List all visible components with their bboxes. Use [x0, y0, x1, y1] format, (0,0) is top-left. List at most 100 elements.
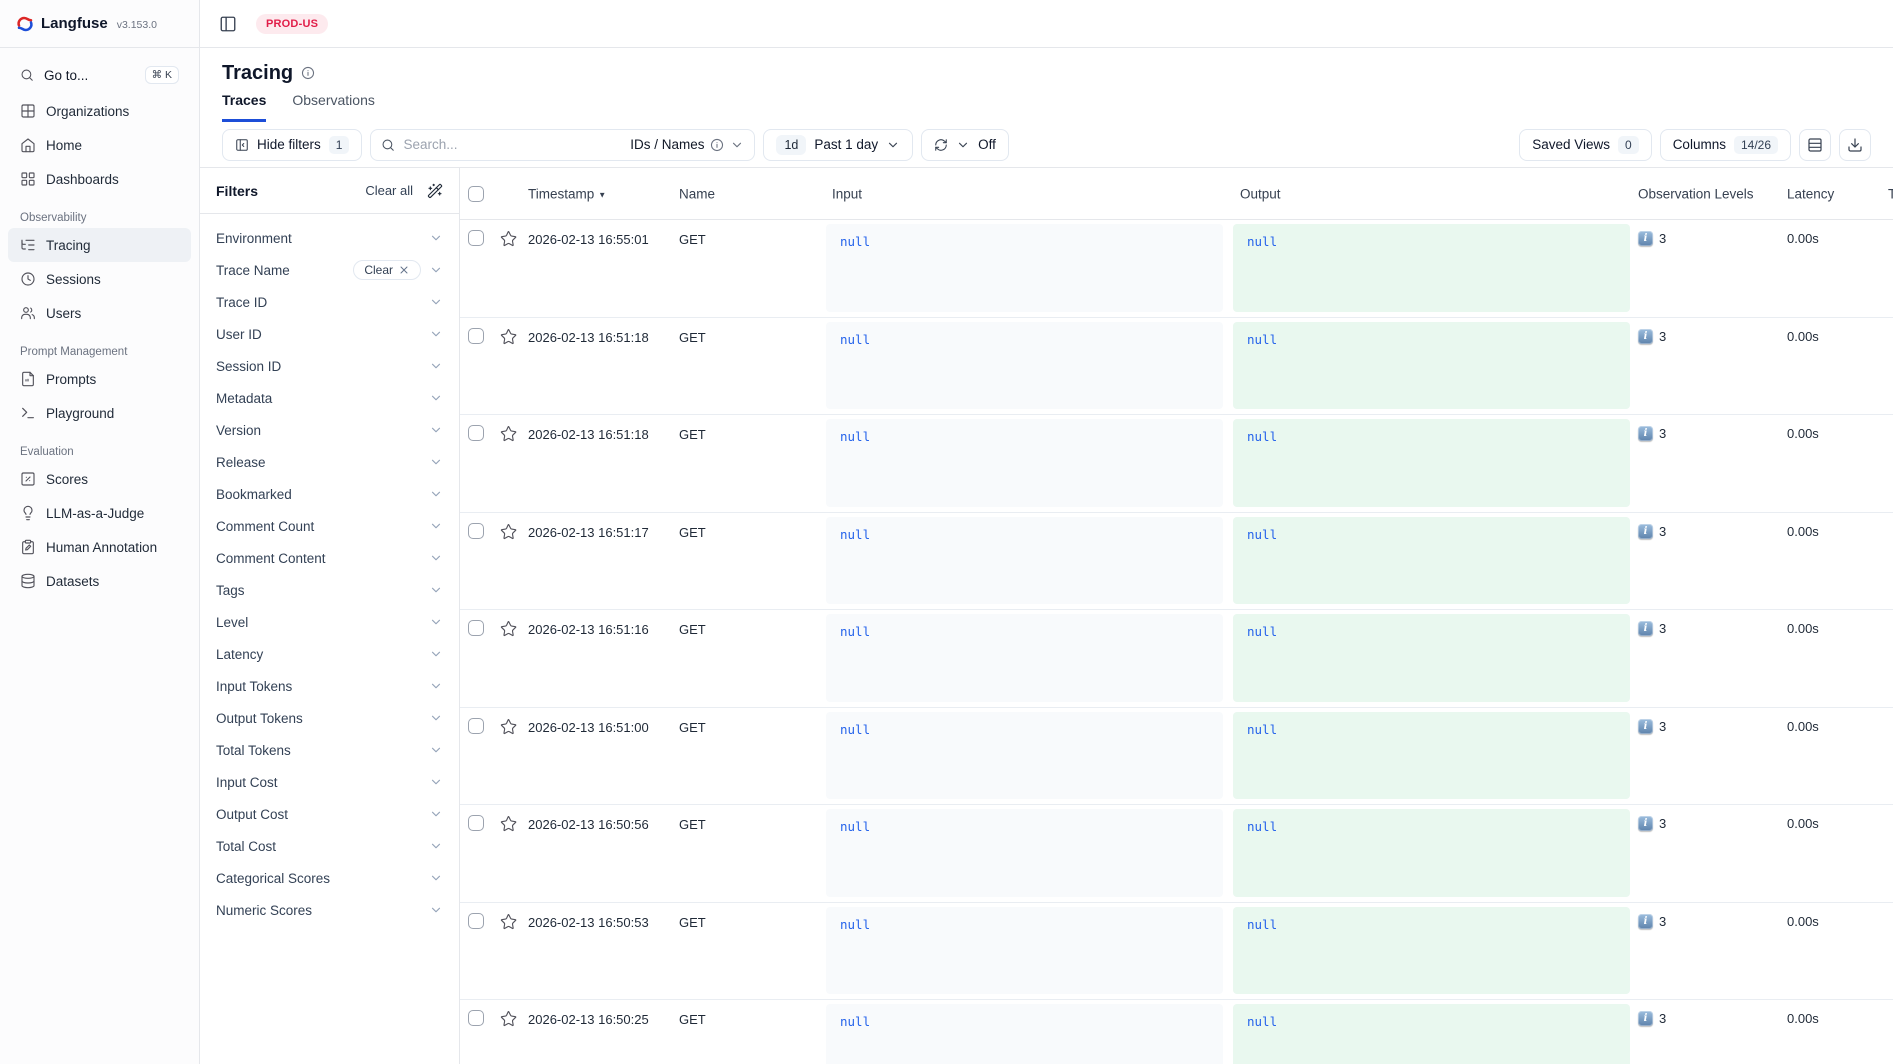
sidebar-item-prompts[interactable]: Prompts [8, 362, 191, 396]
filter-version[interactable]: Version [200, 414, 459, 446]
filter-output-tokens[interactable]: Output Tokens [200, 702, 459, 734]
row-checkbox[interactable] [468, 425, 484, 441]
filter-categorical-scores[interactable]: Categorical Scores [200, 862, 459, 894]
auto-refresh-button[interactable]: Off [921, 129, 1009, 161]
tab-traces[interactable]: Traces [222, 92, 266, 122]
search-scope-dropdown[interactable]: IDs / Names [630, 137, 744, 152]
export-button[interactable] [1839, 129, 1871, 161]
filter-environment[interactable]: Environment [200, 222, 459, 254]
row-checkbox[interactable] [468, 523, 484, 539]
output-cell[interactable]: null [1233, 809, 1630, 897]
table-row[interactable]: 2026-02-13 16:51:00 GET null null i 3 0.… [460, 708, 1893, 806]
filter-release[interactable]: Release [200, 446, 459, 478]
filter-trace-name[interactable]: Trace Name Clear [200, 254, 459, 286]
table-row[interactable]: 2026-02-13 16:50:53 GET null null i 3 0.… [460, 903, 1893, 1001]
bookmark-star-icon[interactable] [500, 718, 517, 735]
filter-trace-id[interactable]: Trace ID [200, 286, 459, 318]
output-cell[interactable]: null [1233, 614, 1630, 702]
output-cell[interactable]: null [1233, 322, 1630, 410]
table-row[interactable]: 2026-02-13 16:51:18 GET null null i 3 0.… [460, 318, 1893, 416]
bookmark-star-icon[interactable] [500, 913, 517, 930]
timerange-button[interactable]: 1d Past 1 day [763, 129, 913, 161]
input-cell[interactable]: null [826, 224, 1223, 312]
filter-latency[interactable]: Latency [200, 638, 459, 670]
row-height-button[interactable] [1799, 129, 1831, 161]
sidebar-item-home[interactable]: Home [8, 128, 191, 162]
output-cell[interactable]: null [1233, 224, 1630, 312]
filter-clear-pill[interactable]: Clear [353, 260, 421, 280]
table-row[interactable]: 2026-02-13 16:55:01 GET null null i 3 0.… [460, 220, 1893, 318]
bookmark-star-icon[interactable] [500, 815, 517, 832]
bookmark-star-icon[interactable] [500, 328, 517, 345]
sidebar-item-scores[interactable]: Scores [8, 462, 191, 496]
input-cell[interactable]: null [826, 712, 1223, 800]
input-cell[interactable]: null [826, 614, 1223, 702]
saved-views-button[interactable]: Saved Views 0 [1519, 129, 1651, 161]
filter-input-tokens[interactable]: Input Tokens [200, 670, 459, 702]
filter-bookmarked[interactable]: Bookmarked [200, 478, 459, 510]
filter-tags[interactable]: Tags [200, 574, 459, 606]
search-input[interactable] [403, 137, 622, 152]
sidebar-item-dashboards[interactable]: Dashboards [8, 162, 191, 196]
bookmark-star-icon[interactable] [500, 230, 517, 247]
clear-all-filters-button[interactable]: Clear all [365, 183, 413, 198]
row-checkbox[interactable] [468, 1010, 484, 1026]
environment-badge[interactable]: PROD-US [256, 14, 328, 34]
filter-output-cost[interactable]: Output Cost [200, 798, 459, 830]
wand-icon[interactable] [427, 183, 443, 199]
sidebar-toggle-button[interactable] [214, 10, 242, 38]
bookmark-star-icon[interactable] [500, 620, 517, 637]
output-cell[interactable]: null [1233, 712, 1630, 800]
filter-comment-count[interactable]: Comment Count [200, 510, 459, 542]
table-row[interactable]: 2026-02-13 16:51:17 GET null null i 3 0.… [460, 513, 1893, 611]
column-header-timestamp[interactable]: Timestamp▼ [528, 186, 606, 201]
row-checkbox[interactable] [468, 815, 484, 831]
sidebar-item-datasets[interactable]: Datasets [8, 564, 191, 598]
column-header-latency[interactable]: Latency [1787, 186, 1834, 201]
output-cell[interactable]: null [1233, 1004, 1630, 1064]
output-cell[interactable]: null [1233, 517, 1630, 605]
sidebar-item-human-annotation[interactable]: Human Annotation [8, 530, 191, 564]
input-cell[interactable]: null [826, 322, 1223, 410]
filter-input-cost[interactable]: Input Cost [200, 766, 459, 798]
bookmark-star-icon[interactable] [500, 523, 517, 540]
bookmark-star-icon[interactable] [500, 425, 517, 442]
output-cell[interactable]: null [1233, 907, 1630, 995]
output-cell[interactable]: null [1233, 419, 1630, 507]
table-row[interactable]: 2026-02-13 16:50:56 GET null null i 3 0.… [460, 805, 1893, 903]
input-cell[interactable]: null [826, 809, 1223, 897]
input-cell[interactable]: null [826, 907, 1223, 995]
row-checkbox[interactable] [468, 230, 484, 246]
filter-comment-content[interactable]: Comment Content [200, 542, 459, 574]
row-checkbox[interactable] [468, 328, 484, 344]
filter-level[interactable]: Level [200, 606, 459, 638]
row-checkbox[interactable] [468, 913, 484, 929]
filter-user-id[interactable]: User ID [200, 318, 459, 350]
sidebar-item-llm-as-a-judge[interactable]: LLM-as-a-Judge [8, 496, 191, 530]
sidebar-item-organizations[interactable]: Organizations [8, 94, 191, 128]
search-bar[interactable]: IDs / Names [370, 129, 755, 161]
row-checkbox[interactable] [468, 620, 484, 636]
table-row[interactable]: 2026-02-13 16:50:25 GET null null i 3 0.… [460, 1000, 1893, 1064]
input-cell[interactable]: null [826, 517, 1223, 605]
select-all-checkbox[interactable] [468, 186, 484, 202]
tab-observations[interactable]: Observations [292, 92, 374, 122]
goto-search[interactable]: Go to... ⌘ K [8, 58, 191, 92]
input-cell[interactable]: null [826, 1004, 1223, 1064]
row-checkbox[interactable] [468, 718, 484, 734]
bookmark-star-icon[interactable] [500, 1010, 517, 1027]
sidebar-item-playground[interactable]: Playground [8, 396, 191, 430]
columns-button[interactable]: Columns 14/26 [1660, 129, 1791, 161]
filter-session-id[interactable]: Session ID [200, 350, 459, 382]
sidebar-item-sessions[interactable]: Sessions [8, 262, 191, 296]
filter-metadata[interactable]: Metadata [200, 382, 459, 414]
filter-total-tokens[interactable]: Total Tokens [200, 734, 459, 766]
table-row[interactable]: 2026-02-13 16:51:16 GET null null i 3 0.… [460, 610, 1893, 708]
sidebar-item-users[interactable]: Users [8, 296, 191, 330]
sidebar-item-tracing[interactable]: Tracing [8, 228, 191, 262]
input-cell[interactable]: null [826, 419, 1223, 507]
table-row[interactable]: 2026-02-13 16:51:18 GET null null i 3 0.… [460, 415, 1893, 513]
filter-numeric-scores[interactable]: Numeric Scores [200, 894, 459, 926]
hide-filters-button[interactable]: Hide filters 1 [222, 129, 362, 161]
filter-total-cost[interactable]: Total Cost [200, 830, 459, 862]
